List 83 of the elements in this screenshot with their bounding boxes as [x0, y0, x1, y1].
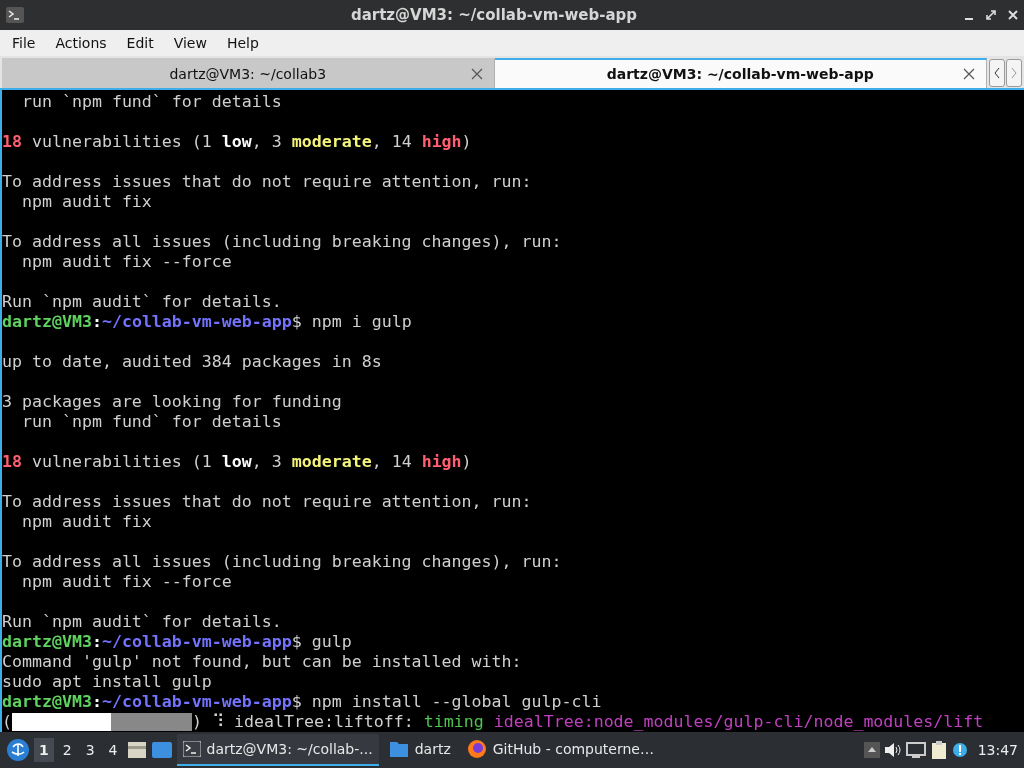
speaker-icon[interactable]: [883, 742, 902, 758]
terminal-text: up to date, audited 384 packages in 8s: [2, 352, 382, 372]
maximize-icon[interactable]: [986, 10, 996, 20]
terminal-text: To address all issues (including breaking changes), run:: [2, 232, 562, 252]
terminal-text: , 3: [251, 132, 283, 152]
terminal-text: $ gulp: [291, 632, 352, 652]
terminal-text: npm audit fix --force: [20, 572, 232, 592]
file-cabinet-icon[interactable]: [126, 740, 147, 760]
terminal-text: moderate: [291, 452, 372, 472]
workspace-button[interactable]: 3: [80, 738, 100, 762]
terminal-text: high: [421, 132, 462, 152]
terminal-text: run `npm fund` for details: [20, 412, 282, 432]
folder-icon: [388, 740, 409, 758]
taskbar-button[interactable]: dartz: [382, 734, 457, 766]
workspace-button[interactable]: 2: [57, 738, 77, 762]
terminal-text: :: [91, 312, 102, 332]
window-title: dartz@VM3: ~/collab-vm-web-app: [349, 6, 639, 24]
terminal-icon: [182, 741, 201, 757]
terminal-text: sudo apt install gulp: [2, 672, 212, 692]
terminal-text: To address issues that do not require attention, run:: [2, 492, 532, 512]
workspace-button[interactable]: 1: [34, 738, 54, 762]
terminal-text: run `npm fund` for details: [20, 92, 282, 112]
terminal-text: low: [221, 452, 252, 472]
terminal-text: vulnerabilities (1: [30, 132, 213, 152]
terminal-text: 18: [2, 132, 22, 152]
window-icon[interactable]: [150, 741, 173, 759]
terminal-text: ~/collab-vm-web-app: [101, 692, 292, 712]
tab[interactable]: dartz@VM3: ~/collab3: [2, 58, 495, 88]
terminal-text: To address issues that do not require attention, run:: [2, 172, 532, 192]
terminal-text: ): [192, 712, 202, 732]
terminal-text: $ npm i gulp: [291, 312, 412, 332]
taskbar-button[interactable]: dartz@VM3: ~/collab-...: [176, 734, 379, 766]
terminal-text: ): [461, 452, 472, 472]
terminal-text: , 14: [371, 452, 413, 472]
terminal-text: moderate: [291, 132, 372, 152]
network-icon[interactable]: [905, 741, 926, 759]
terminal-text: dartz@VM3: [2, 312, 92, 332]
terminal-text: ): [461, 132, 472, 152]
terminal-text: $ npm install --global gulp-cli: [291, 692, 602, 712]
terminal-text: ~/collab-vm-web-app: [101, 632, 292, 652]
terminal-text: dartz@VM3: [2, 692, 92, 712]
close-icon[interactable]: [962, 67, 976, 81]
caret-left-icon: [993, 67, 1001, 79]
menu-item[interactable]: Help: [216, 35, 269, 51]
taskbar-button[interactable]: GitHub - computerne…: [460, 734, 660, 766]
terminal-text: low: [221, 132, 252, 152]
terminal-text: ~/collab-vm-web-app: [101, 312, 292, 332]
scroll-left-button[interactable]: [989, 59, 1005, 87]
scroll-right-button[interactable]: [1006, 59, 1022, 87]
menu-item[interactable]: View: [163, 35, 217, 51]
browser-icon: [466, 739, 487, 759]
tab[interactable]: dartz@VM3: ~/collab-vm-web-app: [494, 58, 987, 88]
terminal-text: :: [91, 632, 102, 652]
terminal-text: Command 'gulp' not found, but can be installed with:: [2, 652, 522, 672]
terminal-text: idealTree:node_modules/gulp-cli/node_modules/lift: [492, 712, 984, 732]
terminal-text: dartz@VM3: [2, 632, 92, 652]
caret-right-icon: [1010, 67, 1018, 79]
menu-item[interactable]: Actions: [45, 35, 117, 51]
close-icon[interactable]: [469, 67, 484, 81]
terminal-text: npm audit fix --force: [20, 252, 232, 272]
terminal-text: (: [2, 712, 12, 732]
clipboard-icon[interactable]: [929, 740, 948, 760]
menu-item[interactable]: Edit: [116, 35, 164, 51]
terminal-text: high: [421, 452, 462, 472]
terminal-text: vulnerabilities (1: [30, 452, 213, 472]
start-menu-icon[interactable]: [6, 738, 30, 762]
clock[interactable]: 13:47: [977, 742, 1018, 758]
terminal-text: npm audit fix: [20, 192, 152, 212]
terminal-text: ⠹ idealTree:liftoff:: [211, 712, 415, 732]
terminal-icon: [6, 7, 24, 23]
terminal-text: To address all issues (including breaking changes), run:: [2, 552, 562, 572]
terminal-text: :: [91, 692, 102, 712]
notification-icon[interactable]: [951, 742, 968, 758]
terminal-text: 18: [2, 452, 22, 472]
terminal-text: timing: [423, 712, 484, 732]
terminal-text: , 14: [371, 132, 413, 152]
terminal-text: Run `npm audit` for details.: [2, 292, 282, 312]
menu-item[interactable]: File: [2, 35, 46, 51]
terminal-text: , 3: [251, 452, 283, 472]
terminal-text: Run `npm audit` for details.: [2, 612, 282, 632]
workspace-button[interactable]: 4: [103, 738, 123, 762]
terminal-text: npm audit fix: [20, 512, 152, 532]
terminal-text: 3 packages are looking for funding: [2, 392, 342, 412]
